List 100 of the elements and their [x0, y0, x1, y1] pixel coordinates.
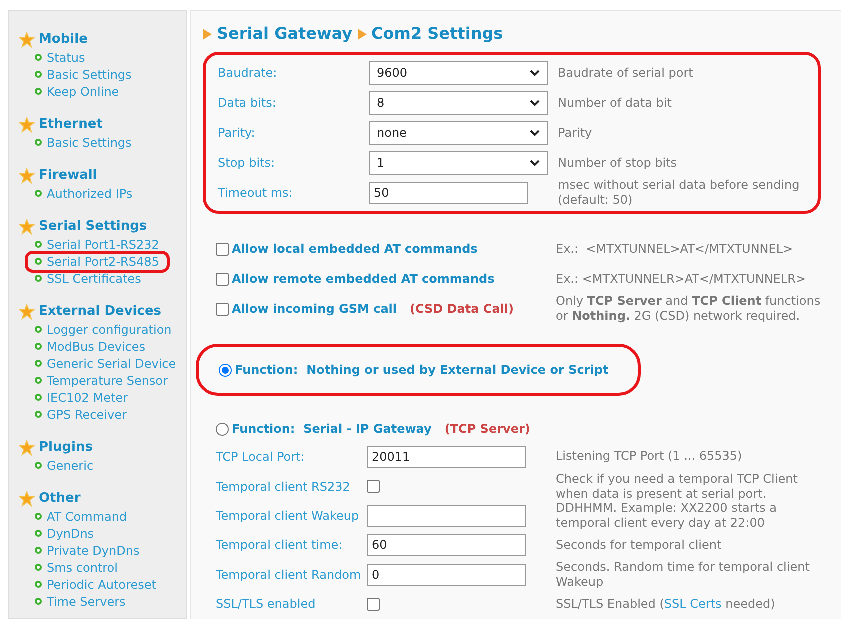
- option-description: Ex.: <MTXTUNNELR>AT</MTXTUNNELR>: [556, 272, 807, 286]
- sidebar-link[interactable]: Generic: [35, 456, 94, 474]
- dropdown[interactable]: none: [369, 121, 548, 145]
- chevron-icon: [530, 160, 540, 166]
- sidebar-link[interactable]: IEC102 Meter: [35, 388, 128, 406]
- sidebar-link[interactable]: Serial Port1-RS232: [35, 236, 160, 254]
- triangle-icon: [358, 28, 367, 40]
- breadcrumb-item[interactable]: Serial Gateway: [217, 22, 353, 46]
- star-icon: [19, 304, 35, 320]
- field-description: DDHHMM. Example: XX2200 starts a temporal client every day at 22:00: [556, 501, 778, 531]
- field-label: Parity:: [218, 125, 256, 141]
- sidebar-link[interactable]: Status: [35, 48, 86, 66]
- star-icon: [19, 32, 35, 48]
- sidebar-link[interactable]: Basic Settings: [35, 134, 132, 152]
- field-label: Baudrate:: [218, 65, 278, 81]
- checkbox-label: Allow local embedded AT commands: [232, 241, 478, 258]
- input-field[interactable]: 0: [367, 564, 526, 586]
- field-description: Listening TCP Port (1 ... 65535): [556, 449, 744, 464]
- sidebar-link[interactable]: Private DynDns: [35, 542, 140, 560]
- tag-label: (CSD Data Call): [410, 301, 514, 318]
- option-description: Only TCP Server and TCP Client functions or Nothing. 2G (CSD) network required.: [556, 294, 821, 324]
- sidebar-link[interactable]: Time Servers: [35, 592, 126, 610]
- bullet-icon: [35, 411, 42, 418]
- chevron-icon: [530, 130, 540, 136]
- checkbox[interactable]: [216, 302, 229, 316]
- radio-label: Function: Nothing or used by External Device or Script: [235, 362, 609, 379]
- breadcrumb-item[interactable]: Com2 Settings: [372, 22, 504, 46]
- sidebar-link[interactable]: Basic Settings: [35, 66, 132, 84]
- dropdown[interactable]: 9600: [369, 61, 548, 85]
- bullet-icon: [35, 360, 42, 367]
- star-icon: [19, 117, 35, 133]
- field-description: Check if you need a temporal TCP Client when data is present at serial port.: [556, 472, 799, 502]
- field-label: Temporal client time:: [216, 537, 344, 554]
- field-description: msec without serial data before sending (default: 50): [558, 178, 801, 208]
- bullet-icon: [35, 88, 42, 95]
- bullet-icon: [35, 547, 42, 554]
- field-label: Temporal client Wakeup: [216, 508, 360, 524]
- field-description: Seconds for temporal client: [556, 538, 723, 553]
- sidebar-link[interactable]: Logger configuration: [35, 320, 172, 338]
- bullet-icon: [35, 275, 42, 282]
- input-field[interactable]: [367, 505, 526, 527]
- section-heading: Mobile: [39, 31, 88, 50]
- sidebar-link[interactable]: DynDns: [35, 524, 94, 542]
- tag-label: (TCP Server): [444, 421, 530, 438]
- input-field[interactable]: 20011: [367, 446, 526, 468]
- input-field[interactable]: 50: [369, 182, 528, 204]
- field-description: SSL/TLS Enabled (SSL Certs needed): [556, 596, 776, 612]
- radio-button[interactable]: [219, 364, 232, 376]
- sidebar-link[interactable]: Serial Port2-RS485: [25, 250, 170, 272]
- checkbox[interactable]: [367, 480, 380, 493]
- input-field[interactable]: 60: [367, 534, 526, 556]
- radio-label: Function: Serial - IP Gateway: [232, 421, 432, 438]
- section-heading: Ethernet: [39, 116, 103, 134]
- bullet-icon: [35, 564, 42, 571]
- sidebar-link[interactable]: Periodic Autoreset: [35, 576, 156, 594]
- sidebar-link[interactable]: Generic Serial Device: [35, 354, 176, 372]
- field-label: Data bits:: [218, 95, 278, 111]
- star-icon: [19, 219, 35, 235]
- checkbox[interactable]: [216, 272, 229, 286]
- checkbox[interactable]: [367, 598, 380, 611]
- field-description: Number of stop bits: [558, 156, 678, 170]
- field-label: Timeout ms:: [218, 185, 294, 201]
- sidebar-link[interactable]: Sms control: [35, 558, 118, 576]
- bullet-icon: [35, 71, 42, 78]
- dropdown[interactable]: 1: [369, 151, 548, 175]
- sidebar-link[interactable]: GPS Receiver: [35, 406, 127, 424]
- bullet-icon: [35, 394, 42, 401]
- bullet-icon: [35, 241, 42, 248]
- field-description: Parity: [558, 126, 594, 140]
- field-label: SSL/TLS enabled: [216, 596, 317, 612]
- field-description: Number of data bit: [558, 96, 673, 110]
- field-label: TCP Local Port:: [216, 448, 306, 465]
- radio-button[interactable]: [216, 422, 229, 436]
- section-heading: Other: [39, 490, 81, 508]
- ssl-certs-link[interactable]: SSL Certs: [664, 596, 722, 611]
- sidebar-link[interactable]: AT Command: [35, 508, 128, 526]
- sidebar-link[interactable]: SSL Certificates: [35, 270, 142, 288]
- triangle-icon: [203, 28, 212, 40]
- bullet-icon: [35, 462, 42, 469]
- bullet-icon: [35, 377, 42, 384]
- bullet-icon: [35, 54, 42, 61]
- bullet-icon: [35, 258, 42, 265]
- field-label: Temporal client Random: [216, 567, 362, 583]
- bullet-icon: [35, 326, 42, 333]
- dropdown[interactable]: 8: [369, 91, 548, 115]
- bullet-icon: [35, 530, 42, 537]
- checkbox-label: Allow remote embedded AT commands: [232, 271, 495, 288]
- field-description: Baudrate of serial port: [558, 66, 694, 80]
- chevron-icon: [530, 100, 540, 106]
- sidebar-link[interactable]: ModBus Devices: [35, 338, 146, 356]
- bullet-icon: [35, 343, 42, 350]
- section-heading: Firewall: [39, 167, 98, 186]
- field-description: Seconds. Random time for temporal client Wakeup: [556, 560, 811, 590]
- checkbox[interactable]: [216, 242, 229, 256]
- bullet-icon: [35, 581, 42, 588]
- sidebar-link[interactable]: Authorized IPs: [35, 184, 133, 202]
- sidebar-link[interactable]: Temperature Sensor: [35, 372, 168, 390]
- sidebar-link[interactable]: Keep Online: [35, 82, 120, 100]
- bullet-icon: [35, 190, 42, 197]
- section-heading: Serial Settings: [39, 218, 148, 236]
